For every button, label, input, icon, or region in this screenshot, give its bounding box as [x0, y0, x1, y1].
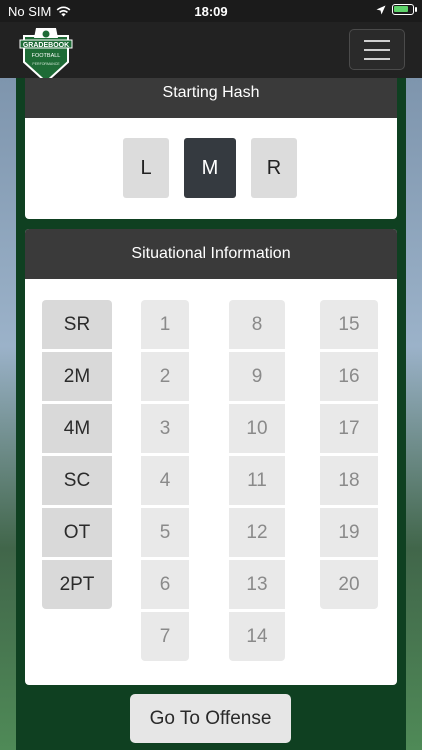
number-15-button[interactable]: 15 — [320, 300, 378, 349]
hamburger-menu-button[interactable] — [349, 29, 405, 70]
situational-info-card: Situational Information SR 2M 4M SC OT 2… — [25, 229, 397, 685]
number-7-button[interactable]: 7 — [141, 612, 189, 661]
logo-text-mid: FOOTBALL — [32, 53, 61, 59]
logo-text-bot: PERFORMANCE — [32, 62, 60, 66]
situation-2pt-button[interactable]: 2PT — [42, 560, 112, 609]
number-18-button[interactable]: 18 — [320, 456, 378, 505]
number-6-button[interactable]: 6 — [141, 560, 189, 609]
menu-line-icon — [364, 39, 390, 42]
go-to-offense-button[interactable]: Go To Offense — [130, 694, 291, 743]
starting-hash-title: Starting Hash — [25, 78, 397, 118]
situation-2m-button[interactable]: 2M — [42, 352, 112, 401]
clock: 18:09 — [194, 4, 228, 19]
situation-4m-button[interactable]: 4M — [42, 404, 112, 453]
situational-info-title: Situational Information — [25, 229, 397, 279]
number-9-button[interactable]: 9 — [229, 352, 285, 401]
number-1-button[interactable]: 1 — [141, 300, 189, 349]
location-arrow-icon — [376, 5, 386, 14]
number-12-button[interactable]: 12 — [229, 508, 285, 557]
battery-icon — [392, 4, 417, 15]
starting-hash-card: Starting Hash L M R — [25, 78, 397, 219]
hash-right-button[interactable]: R — [251, 138, 297, 198]
number-4-button[interactable]: 4 — [141, 456, 189, 505]
menu-line-icon — [364, 48, 390, 51]
battery-level — [394, 6, 408, 12]
number-2-button[interactable]: 2 — [141, 352, 189, 401]
hash-left-button[interactable]: L — [123, 138, 169, 198]
number-19-button[interactable]: 19 — [320, 508, 378, 557]
hash-middle-button[interactable]: M — [184, 138, 236, 198]
number-14-button[interactable]: 14 — [229, 612, 285, 661]
number-8-button[interactable]: 8 — [229, 300, 285, 349]
gradebook-logo[interactable]: GRADEBOOK FOOTBALL PERFORMANCE — [18, 26, 74, 84]
number-11-button[interactable]: 11 — [229, 456, 285, 505]
number-3-button[interactable]: 3 — [141, 404, 189, 453]
logo-text-top: GRADEBOOK — [23, 42, 69, 49]
situation-sc-button[interactable]: SC — [42, 456, 112, 505]
status-bar: No SIM 18:09 — [0, 0, 422, 22]
menu-line-icon — [364, 57, 390, 60]
number-17-button[interactable]: 17 — [320, 404, 378, 453]
number-20-button[interactable]: 20 — [320, 560, 378, 609]
number-16-button[interactable]: 16 — [320, 352, 378, 401]
situation-ot-button[interactable]: OT — [42, 508, 112, 557]
stadium-right-edge — [404, 78, 422, 750]
number-10-button[interactable]: 10 — [229, 404, 285, 453]
nav-bar: GRADEBOOK FOOTBALL PERFORMANCE — [0, 22, 422, 84]
number-5-button[interactable]: 5 — [141, 508, 189, 557]
number-13-button[interactable]: 13 — [229, 560, 285, 609]
situation-sr-button[interactable]: SR — [42, 300, 112, 349]
